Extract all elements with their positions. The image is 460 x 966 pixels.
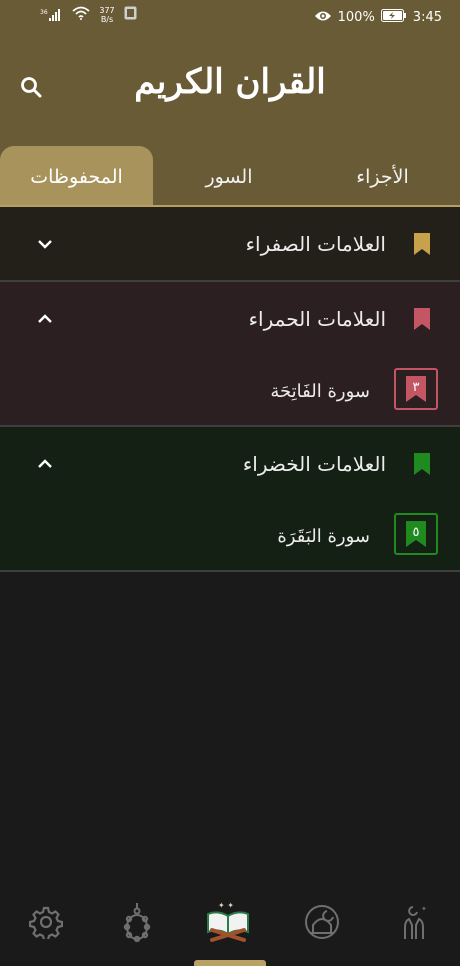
- quran-book-icon: ✦ ✦: [204, 900, 252, 948]
- bookmark-group-yellow: العلامات الصفراء: [0, 207, 460, 280]
- network-speed-unit: B/s: [100, 15, 114, 24]
- nav-settings[interactable]: [24, 902, 68, 946]
- surah-number: ٥: [412, 525, 420, 540]
- divider: [0, 570, 460, 572]
- surah-number-badge: ٣: [394, 368, 438, 410]
- bookmark-group-green: العلامات الخضراء سورة البَقَرَة ٥: [0, 427, 460, 570]
- surah-number: ٣: [412, 380, 420, 395]
- status-left: 36 377 B/s: [40, 6, 137, 24]
- yellow-bookmark-icon: [414, 233, 430, 255]
- group-header[interactable]: العلامات الخضراء: [0, 427, 460, 500]
- chevron-up-icon[interactable]: [34, 453, 56, 475]
- network-speed: 377 B/s: [96, 6, 118, 24]
- prayer-beads-icon: [120, 902, 154, 946]
- mosque-dome-icon: [303, 903, 341, 945]
- tab-label: الأجزاء: [356, 165, 409, 188]
- green-bookmark-icon: [414, 453, 430, 475]
- status-bar: 36 377 B/s 100% 3:45: [0, 0, 460, 34]
- list-item[interactable]: سورة البَقَرَة ٥: [0, 500, 460, 573]
- group-header[interactable]: العلامات الصفراء: [0, 207, 460, 280]
- active-tab-indicator: [194, 960, 266, 966]
- group-title: العلامات الصفراء: [245, 231, 386, 256]
- svg-text:✦ ✦: ✦ ✦: [218, 901, 234, 910]
- surah-name: سورة البَقَرَة: [277, 526, 370, 547]
- chevron-down-icon[interactable]: [34, 233, 56, 255]
- chevron-up-icon[interactable]: [34, 308, 56, 330]
- wifi-icon: [72, 6, 90, 24]
- nav-duaa[interactable]: ✦: [392, 902, 436, 946]
- praying-hands-icon: ✦: [397, 903, 431, 945]
- svg-text:✦: ✦: [421, 905, 427, 913]
- settings-gear-icon: [28, 905, 64, 943]
- tab-saved[interactable]: المحفوظات: [0, 146, 153, 207]
- svg-text:36: 36: [40, 9, 48, 16]
- eye-icon: [314, 10, 332, 26]
- bottom-navigation: ✦ ✦ ✦: [0, 890, 460, 966]
- tab-bar: الأجزاء السور المحفوظات: [0, 146, 460, 207]
- nav-tasbih[interactable]: [115, 902, 159, 946]
- surah-number-badge: ٥: [394, 513, 438, 555]
- tab-label: السور: [205, 165, 253, 188]
- tab-surahs[interactable]: السور: [153, 146, 305, 207]
- surah-name: سورة الفَاتِحَة: [270, 381, 370, 402]
- cell-signal-icon: 36: [40, 8, 66, 22]
- network-speed-value: 377: [99, 6, 115, 15]
- group-title: العلامات الحمراء: [248, 306, 386, 331]
- tab-ajza[interactable]: الأجزاء: [305, 146, 460, 207]
- tab-label: المحفوظات: [30, 165, 123, 188]
- battery-percent: 100%: [337, 10, 375, 25]
- red-bookmark-icon: [414, 308, 430, 330]
- page-title: القران الكريم: [134, 62, 326, 102]
- status-right: 100% 3:45: [314, 9, 442, 26]
- battery-icon: [380, 9, 407, 26]
- bookmark-group-red: العلامات الحمراء سورة الفَاتِحَة ٣: [0, 282, 460, 425]
- notification-app-icon: [124, 6, 137, 24]
- nav-prayer-times[interactable]: [300, 902, 344, 946]
- clock: 3:45: [412, 10, 442, 25]
- nav-quran[interactable]: ✦ ✦: [204, 900, 252, 948]
- list-item[interactable]: سورة الفَاتِحَة ٣: [0, 355, 460, 428]
- group-header[interactable]: العلامات الحمراء: [0, 282, 460, 355]
- group-title: العلامات الخضراء: [242, 451, 386, 476]
- app-header: 36 377 B/s 100% 3:45 القران الكريم الأجز…: [0, 0, 460, 207]
